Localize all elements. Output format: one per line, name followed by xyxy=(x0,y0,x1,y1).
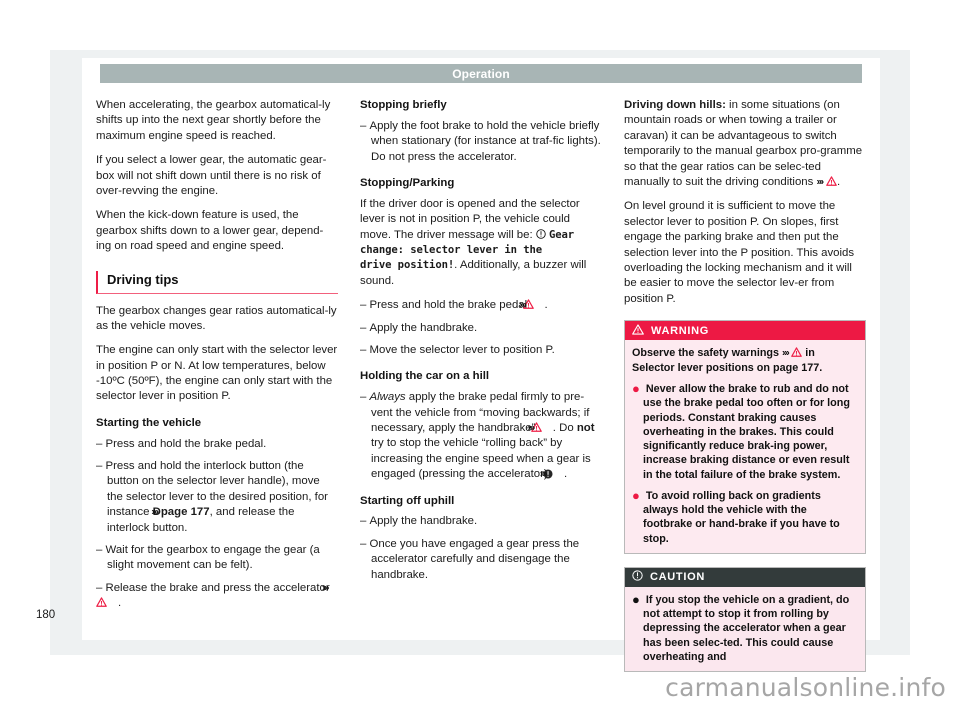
warning-lead-paragraph: Observe the safety warnings ››› in Selec… xyxy=(632,346,858,375)
caution-circle-icon xyxy=(543,469,564,479)
column-left: When accelerating, the gearbox automatic… xyxy=(96,98,338,672)
running-header-title: Operation xyxy=(452,66,510,81)
list-item-text: Apply the foot brake to hold the vehicle… xyxy=(369,119,601,163)
list-item-text: Move the selector lever to position P. xyxy=(369,343,555,356)
paragraph: The gearbox changes gear ratios automati… xyxy=(96,304,337,332)
list-item-text: Once you have engaged a gear press the a… xyxy=(369,537,580,581)
warning-lead-text: Observe the safety warnings xyxy=(632,347,783,360)
page-number: 180 xyxy=(36,609,56,621)
caution-box-header: CAUTION xyxy=(625,567,865,587)
list-item: – Always apply the brake pedal firmly to… xyxy=(360,391,595,481)
list-item: – Apply the handbrake. xyxy=(360,321,478,334)
cross-reference-icon: ››› xyxy=(816,175,824,188)
warning-box-title: WARNING xyxy=(651,324,710,337)
list-item-text: Press and hold the brake pedal. xyxy=(105,437,267,450)
warning-box: WARNING Observe the safety warnings ››› … xyxy=(624,320,866,554)
subheading-holding-car-on-hill: Holding the car on a hill xyxy=(360,370,490,383)
paragraph: Driving down hills: in some situations (… xyxy=(624,99,863,188)
list-item: – Apply the foot brake to hold the vehic… xyxy=(360,119,601,163)
list-item: – Once you have engaged a gear press the… xyxy=(360,537,580,581)
list-item-text: Apply the handbrake. xyxy=(369,515,478,528)
bullet-icon: ● xyxy=(632,487,640,503)
paragraph: If the driver door is opened and the sel… xyxy=(360,197,602,289)
paragraph-text: in some situations (on mountain roads or… xyxy=(624,99,863,188)
warning-bullet-text: Never allow the brake to rub and do not … xyxy=(643,383,850,481)
warning-bullet: ● To avoid rolling back on gradients alw… xyxy=(632,489,858,546)
list-item: – Press and hold the interlock button (t… xyxy=(96,460,328,534)
caution-box-body: ● If you stop the vehicle on a gradient,… xyxy=(625,586,865,672)
warning-box-body: Observe the safety warnings ››› in Selec… xyxy=(625,340,865,553)
paragraph: When the kick-down feature is used, the … xyxy=(96,209,324,253)
cross-reference-icon: ››› xyxy=(782,346,790,359)
manual-page: Operation When accelerating, the gearbox… xyxy=(82,58,880,673)
warning-triangle-icon xyxy=(826,176,837,186)
info-circle-icon xyxy=(536,229,546,239)
list-item-text: Wait for the gearbox to engage the gear … xyxy=(105,544,320,572)
list-item: – Apply the handbrake. xyxy=(360,515,478,528)
paragraph: When accelerating, the gearbox automatic… xyxy=(96,99,331,142)
warning-box-header: WARNING xyxy=(625,321,865,341)
list-item: – Wait for the gearbox to engage the gea… xyxy=(96,544,320,572)
list-item: – Press and hold the brake pedal. xyxy=(96,437,267,450)
list-item: – Release the brake and press the accele… xyxy=(96,581,333,610)
list-item-text: Press and hold the brake pedal xyxy=(369,299,531,312)
caution-circle-icon xyxy=(632,570,643,584)
warning-triangle-icon xyxy=(791,347,803,357)
paragraph: If you select a lower gear, the automati… xyxy=(96,154,327,197)
warning-bullet: ● Never allow the brake to rub and do no… xyxy=(632,382,858,482)
warning-triangle-icon xyxy=(522,299,545,310)
running-header: Operation xyxy=(100,64,862,83)
driver-message-line3: drive position! xyxy=(360,259,455,272)
driver-message-line2: change: selector lever in the xyxy=(360,244,543,256)
list-item: – Move the selector lever to position P. xyxy=(360,343,555,356)
watermark: carmanualsonline.info xyxy=(665,673,946,702)
warning-bullet-text: To avoid rolling back on gradients alway… xyxy=(643,489,840,545)
column-middle: Stopping briefly – Apply the foot brake … xyxy=(360,98,602,672)
section-heading-label: Driving tips xyxy=(107,271,179,287)
list-item-text: Release the brake and press the accelera… xyxy=(105,581,333,594)
emphasis-always: Always xyxy=(369,391,406,404)
paragraph-text: If the driver door is opened and the sel… xyxy=(360,197,580,241)
page-cross-reference[interactable]: page 177 xyxy=(161,506,210,518)
caution-bullet: ● If you stop the vehicle on a gradient,… xyxy=(632,593,858,664)
subheading-starting-the-vehicle: Starting the vehicle xyxy=(96,416,202,429)
lead-label-driving-down-hills: Driving down hills: xyxy=(624,99,726,111)
warning-triangle-icon xyxy=(96,597,118,608)
paragraph: The engine can only start with the selec… xyxy=(96,344,338,403)
subheading-stopping-parking: Stopping/Parking xyxy=(360,177,455,189)
subheading-starting-off-uphill: Starting off uphill xyxy=(360,494,455,507)
warning-triangle-icon xyxy=(530,422,553,432)
emphasis-not: not xyxy=(576,421,595,434)
page-columns: When accelerating, the gearbox automatic… xyxy=(96,98,866,673)
caution-bullet-text: If you stop the vehicle on a gradient, d… xyxy=(643,593,850,663)
caution-box-title: CAUTION xyxy=(650,571,706,584)
list-item-text: Apply the handbrake. xyxy=(369,321,478,334)
pdf-viewer: 180 Operation When accelerating, the gea… xyxy=(0,0,960,708)
bullet-icon: ● xyxy=(632,381,640,397)
caution-box: CAUTION ● If you stop the vehicle on a g… xyxy=(624,566,866,673)
warning-triangle-icon xyxy=(632,323,644,338)
column-right: Driving down hills: in some situations (… xyxy=(624,98,866,673)
bullet-icon: ● xyxy=(632,591,640,607)
list-item: – Press and hold the brake pedal ››› . xyxy=(360,298,548,312)
driver-message-line1: Gear xyxy=(548,228,575,241)
section-heading-driving-tips: Driving tips xyxy=(96,270,338,294)
paragraph: On level ground it is sufficient to move… xyxy=(624,200,855,305)
subheading-stopping-briefly: Stopping briefly xyxy=(360,99,447,111)
list-item-text-cont: . Do xyxy=(552,421,577,434)
